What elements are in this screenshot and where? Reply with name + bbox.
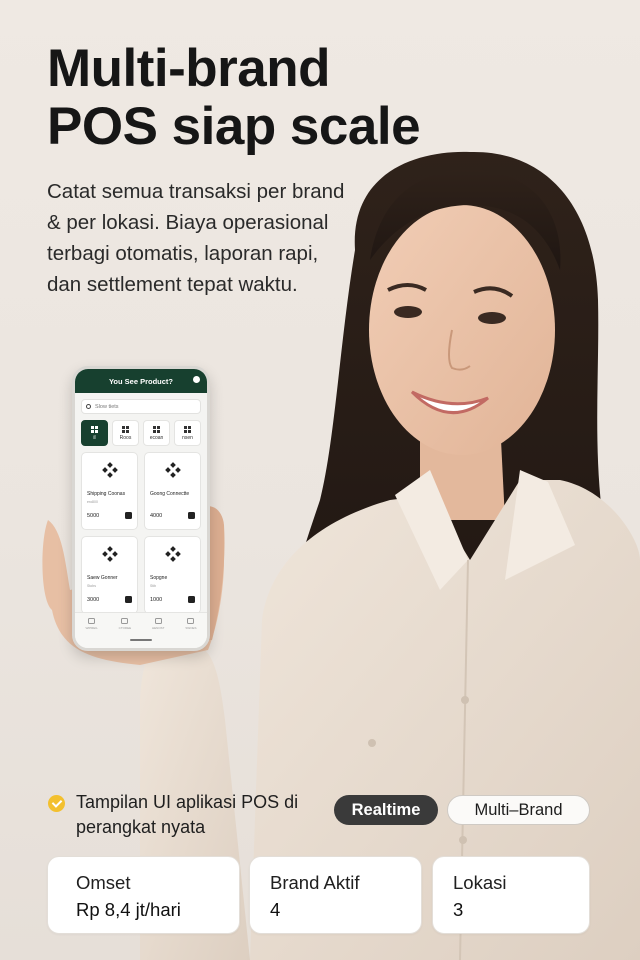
product-card[interactable]: Saew Gonner Stobs 3000 (81, 536, 138, 614)
stat-card-omset: Omset Rp 8,4 jt/hari (47, 856, 240, 934)
product-sub: Stib (150, 584, 157, 588)
stat-label: Brand Aktif (270, 872, 360, 893)
headline-line-1: Multi-brand (47, 39, 331, 98)
face (369, 205, 555, 455)
category-label: nsen (182, 434, 193, 441)
app-header-title: You See Product? (108, 376, 174, 386)
product-price: 4000 (150, 513, 163, 519)
product-icon (164, 462, 181, 478)
search-icon (86, 404, 91, 409)
search-input[interactable]: Slow tiets (81, 399, 201, 414)
stat-card-lokasi: Lokasi 3 (432, 856, 590, 934)
product-icon (164, 546, 181, 562)
device-note-text: Tampilan UI aplikasi POS di perangkat ny… (76, 792, 299, 837)
product-name: Shipping Coonas (87, 491, 126, 497)
grid-icon (122, 425, 129, 433)
category-label: Roos (119, 434, 132, 441)
phone-mockup: You See Product? Slow tiets il Roos ecoa… (72, 366, 210, 651)
nav-item[interactable]: HENOST (152, 618, 165, 648)
product-price: 3000 (87, 597, 100, 603)
plus-icon[interactable] (125, 596, 132, 603)
product-name: Saew Gonner (87, 575, 118, 581)
product-price: 1000 (150, 597, 163, 603)
realtime-tag[interactable]: Realtime (334, 795, 438, 825)
product-card[interactable]: Shipping Coonas ero800 5000 (81, 452, 138, 530)
headline: Multi-brand POS siap scale (47, 40, 467, 156)
home-indicator (130, 639, 152, 641)
grid-icon (184, 425, 191, 433)
category-tab[interactable]: nsen (174, 420, 201, 446)
nav-icon (121, 618, 129, 624)
category-tab[interactable]: il (81, 420, 108, 446)
check-circle-icon (48, 795, 65, 812)
plus-icon[interactable] (188, 596, 195, 603)
plus-icon[interactable] (125, 512, 132, 519)
stat-label: Lokasi (453, 872, 507, 893)
nav-item[interactable]: SWOES (185, 618, 197, 648)
stat-value: 3 (453, 899, 464, 920)
product-card[interactable]: Goong Connectte 4000 (144, 452, 201, 530)
multibrand-tag[interactable]: Multi–Brand (447, 795, 590, 825)
stat-value: 4 (270, 899, 281, 920)
product-icon (101, 462, 118, 478)
settings-icon[interactable] (193, 376, 200, 383)
stat-value: Rp 8,4 jt/hari (76, 899, 181, 920)
nav-label: HENOST (151, 626, 165, 630)
category-tab[interactable]: ecoan (143, 420, 170, 446)
device-note: Tampilan UI aplikasi POS di perangkat ny… (48, 790, 328, 840)
app-header: You See Product? (75, 369, 207, 393)
plus-icon[interactable] (188, 512, 195, 519)
grid-icon (153, 425, 160, 433)
category-label: ecoan (149, 434, 164, 441)
stat-card-brand: Brand Aktif 4 (249, 856, 422, 934)
headline-line-2: POS siap scale (47, 97, 421, 156)
nav-item[interactable]: CTOREE (119, 618, 131, 648)
product-grid: Shipping Coonas ero800 5000 Goong Connec… (81, 452, 201, 614)
grid-icon (91, 425, 98, 433)
product-sub: ero800 (87, 500, 98, 504)
category-tab[interactable]: Roos (112, 420, 139, 446)
nav-label: SWOES (185, 626, 197, 630)
product-name: Goong Connectte (150, 491, 190, 497)
product-price: 5000 (87, 513, 100, 519)
bottom-nav: WIPREIL CTOREE HENOST SWOES (75, 612, 207, 648)
nav-label: CTOREE (118, 626, 132, 630)
product-name: Sopgne (150, 575, 168, 581)
search-placeholder: Slow tiets (95, 403, 119, 410)
product-card[interactable]: Sopgne Stib 1000 (144, 536, 201, 614)
category-tabs: il Roos ecoan nsen (81, 420, 201, 446)
product-icon (101, 546, 118, 562)
stat-label: Omset (76, 872, 131, 893)
nav-icon (187, 618, 195, 624)
nav-icon (88, 618, 96, 624)
product-sub: Stobs (87, 584, 96, 588)
category-label: il (93, 434, 96, 441)
nav-icon (154, 618, 162, 624)
nav-item[interactable]: WIPREIL (85, 618, 98, 648)
nav-label: WIPREIL (85, 626, 98, 630)
subtext: Catat semua transaksi per brand & per lo… (47, 180, 345, 296)
